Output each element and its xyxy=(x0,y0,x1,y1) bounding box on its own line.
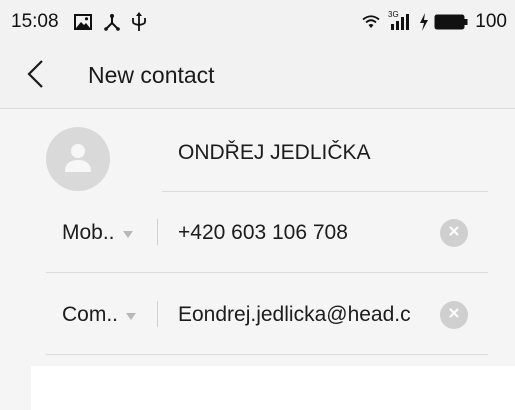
app-header: New contact xyxy=(0,44,515,109)
page-title: New contact xyxy=(88,62,215,88)
back-button[interactable] xyxy=(26,58,66,94)
additional-fields-card xyxy=(31,366,515,410)
clear-icon xyxy=(448,224,460,242)
charging-bolt-icon xyxy=(418,11,430,33)
clear-icon xyxy=(448,306,460,324)
chevron-left-icon xyxy=(26,59,46,94)
battery-percent: 100 xyxy=(475,11,507,32)
phone-row: Mob.. +420 603 106 708 xyxy=(0,191,515,273)
dropdown-arrow-icon xyxy=(126,312,137,320)
email-type-label: Com.. xyxy=(62,303,119,326)
wifi-icon xyxy=(360,11,382,33)
field-separator xyxy=(157,219,158,245)
name-field[interactable]: ONDŘEJ JEDLIČKA xyxy=(162,127,488,192)
phone-clear-button[interactable] xyxy=(440,219,468,247)
usb-trident-icon xyxy=(130,11,148,33)
status-time: 15:08 xyxy=(11,11,59,32)
person-icon xyxy=(61,140,95,179)
row-divider xyxy=(46,354,488,355)
signal-icon xyxy=(389,11,411,33)
dropdown-arrow-icon xyxy=(122,230,133,238)
phone-type-select[interactable]: Mob.. xyxy=(62,217,133,249)
avatar[interactable] xyxy=(46,127,110,191)
image-icon xyxy=(73,11,93,33)
battery-icon xyxy=(433,11,469,33)
usb-icon xyxy=(102,11,122,33)
name-input[interactable]: ONDŘEJ JEDLIČKA xyxy=(178,141,371,165)
phone-type-label: Mob.. xyxy=(62,221,115,244)
status-bar: 15:08 3G 100 xyxy=(0,0,515,44)
email-row: Com.. Eondrej.jedlicka@head.c xyxy=(0,273,515,355)
phone-input[interactable]: +420 603 106 708 xyxy=(178,217,426,249)
field-separator xyxy=(157,301,158,327)
email-input[interactable]: Eondrej.jedlicka@head.c xyxy=(178,299,426,331)
contact-form: ONDŘEJ JEDLIČKA Mob.. +420 603 106 708 C… xyxy=(0,109,515,355)
email-clear-button[interactable] xyxy=(440,301,468,329)
email-type-select[interactable]: Com.. xyxy=(62,299,137,331)
